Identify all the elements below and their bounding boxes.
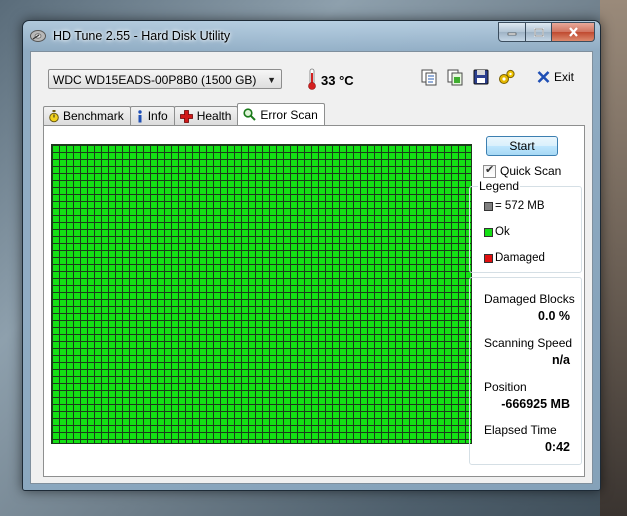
scan-block-map bbox=[51, 144, 472, 444]
hard-disk-app-icon bbox=[30, 30, 46, 42]
window-title: HD Tune 2.55 - Hard Disk Utility bbox=[53, 29, 231, 43]
copy-screenshot-button[interactable] bbox=[444, 66, 466, 88]
options-icon bbox=[499, 69, 515, 84]
tab-benchmark[interactable]: Benchmark bbox=[43, 106, 131, 125]
scan-stats-group: Damaged Blocks 0.0 % Scanning Speed n/a … bbox=[469, 277, 582, 465]
scanning-speed-label: Scanning Speed bbox=[484, 336, 573, 350]
checkbox-checked-icon[interactable] bbox=[483, 163, 496, 178]
stopwatch-icon bbox=[49, 109, 59, 122]
legend-ok-label: Ok bbox=[495, 226, 510, 238]
tab-error-scan-label: Error Scan bbox=[260, 107, 318, 122]
legend-item-block-size: = 572 MB bbox=[484, 200, 545, 212]
error-scan-panel: Start Quick Scan Legend = 572 MB Ok D bbox=[43, 125, 585, 477]
legend-swatch-ok bbox=[484, 227, 493, 237]
quick-scan-label: Quick Scan bbox=[500, 164, 562, 178]
legend-item-damaged: Damaged bbox=[484, 252, 545, 264]
legend-group: Legend = 572 MB Ok Damaged bbox=[469, 179, 582, 273]
position-value: -666925 MB bbox=[501, 397, 570, 411]
legend-title: Legend bbox=[478, 179, 521, 193]
quick-scan-checkbox[interactable]: Quick Scan bbox=[483, 163, 562, 178]
exit-label: Exit bbox=[554, 70, 575, 84]
close-icon bbox=[568, 27, 578, 37]
copy-screenshot-icon bbox=[447, 69, 462, 85]
thermometer-icon bbox=[308, 68, 316, 90]
tab-health[interactable]: Health bbox=[173, 106, 239, 125]
temperature-readout: 33 °C bbox=[321, 73, 354, 88]
save-button[interactable] bbox=[470, 66, 492, 88]
info-icon bbox=[138, 109, 142, 122]
toolbar bbox=[418, 66, 518, 88]
exit-x-icon bbox=[537, 71, 550, 83]
position-label: Position bbox=[484, 380, 527, 394]
tab-bar: Benchmark Info Health Error Scan bbox=[43, 103, 325, 125]
app-window: HD Tune 2.55 - Hard Disk Utility WDC WD1… bbox=[22, 20, 601, 491]
options-button[interactable] bbox=[496, 66, 518, 88]
legend-swatch-damaged bbox=[484, 253, 493, 263]
tab-info[interactable]: Info bbox=[129, 106, 175, 125]
elapsed-time-label: Elapsed Time bbox=[484, 423, 557, 437]
health-cross-icon bbox=[179, 109, 193, 123]
damaged-blocks-value: 0.0 % bbox=[538, 309, 570, 323]
minimize-icon bbox=[507, 32, 517, 36]
tab-info-label: Info bbox=[147, 109, 168, 123]
magnifier-icon bbox=[243, 108, 257, 121]
tab-error-scan[interactable]: Error Scan bbox=[237, 103, 325, 125]
damaged-blocks-label: Damaged Blocks bbox=[484, 292, 575, 306]
maximize-icon bbox=[533, 27, 544, 37]
maximize-button[interactable] bbox=[526, 22, 552, 42]
copy-text-icon bbox=[421, 69, 436, 85]
exit-button[interactable]: Exit bbox=[537, 70, 574, 84]
start-button-label: Start bbox=[509, 139, 535, 153]
elapsed-time-value: 0:42 bbox=[544, 440, 570, 454]
legend-swatch-block bbox=[484, 201, 493, 211]
legend-block-size-label: = 572 MB bbox=[495, 200, 545, 212]
desktop-background bbox=[600, 0, 627, 516]
floppy-disk-icon bbox=[473, 69, 489, 85]
minimize-button[interactable] bbox=[498, 22, 526, 42]
title-bar[interactable]: HD Tune 2.55 - Hard Disk Utility bbox=[23, 21, 600, 51]
dropdown-arrow-icon: ▼ bbox=[267, 75, 276, 85]
tab-benchmark-label: Benchmark bbox=[63, 109, 124, 123]
copy-text-button[interactable] bbox=[418, 66, 440, 88]
drive-select-value: WDC WD15EADS-00P8B0 (1500 GB) bbox=[53, 73, 257, 87]
close-button[interactable] bbox=[552, 22, 595, 42]
window-client-area: WDC WD15EADS-00P8B0 (1500 GB) ▼ 33 °C Ex… bbox=[30, 51, 593, 484]
scanning-speed-value: n/a bbox=[551, 353, 570, 367]
legend-item-ok: Ok bbox=[484, 226, 510, 238]
tab-health-label: Health bbox=[196, 109, 232, 123]
drive-select[interactable]: WDC WD15EADS-00P8B0 (1500 GB) ▼ bbox=[48, 69, 282, 89]
legend-damaged-label: Damaged bbox=[495, 252, 545, 264]
start-button[interactable]: Start bbox=[486, 136, 558, 156]
